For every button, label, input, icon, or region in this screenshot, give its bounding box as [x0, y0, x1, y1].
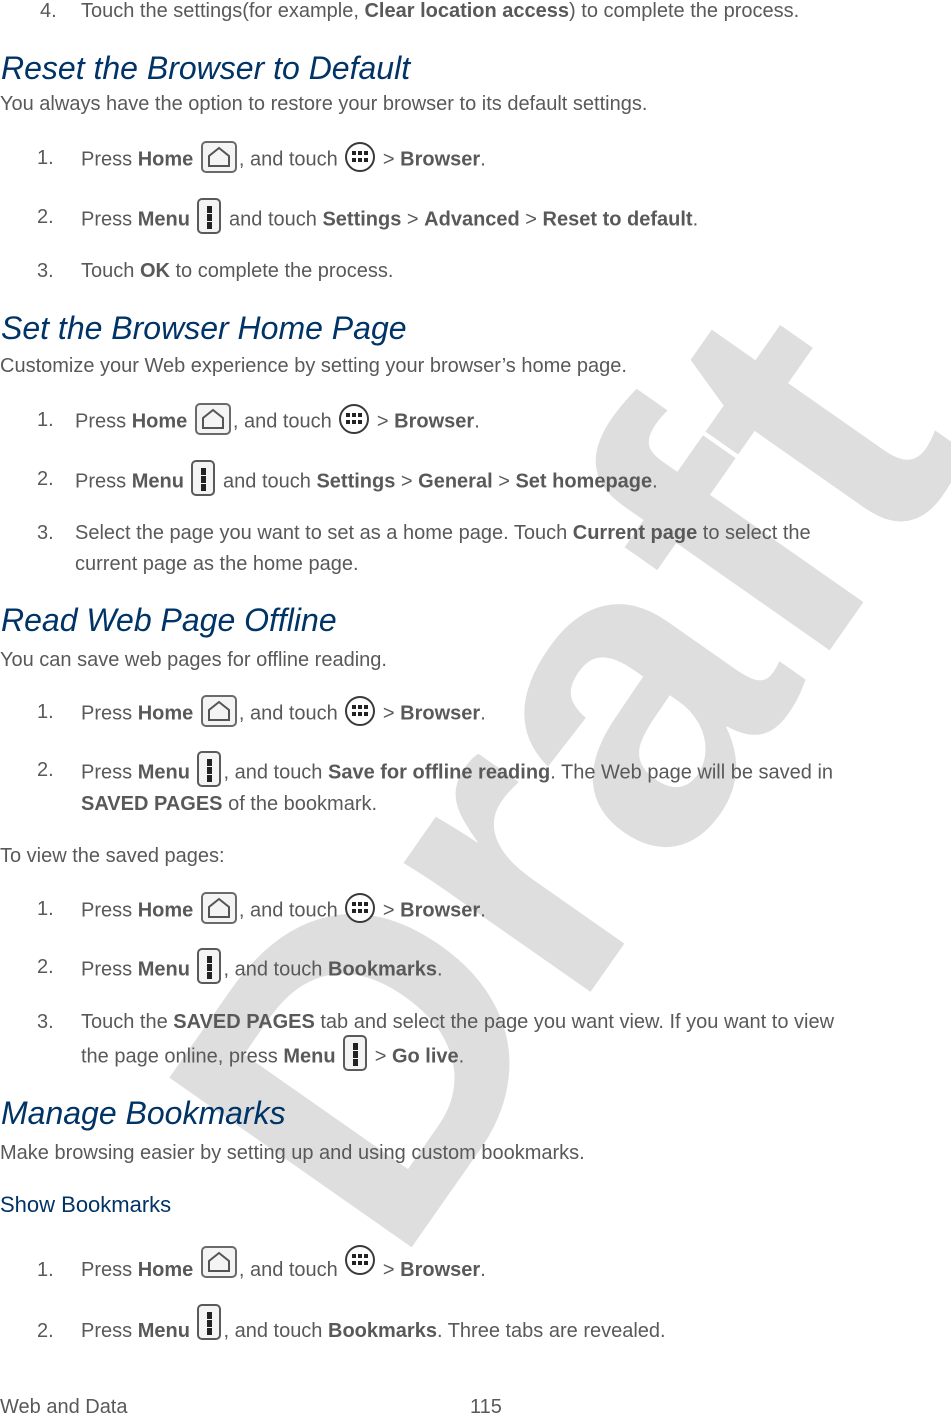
step-number: 2.: [37, 1320, 54, 1342]
step-text-continuation: SAVED PAGES of the bookmark.: [81, 793, 378, 815]
step-number: 3.: [37, 1011, 54, 1033]
step-number: 1.: [37, 701, 54, 723]
step-number: 1.: [37, 898, 54, 920]
section-intro: Customize your Web experience by setting…: [0, 355, 627, 377]
section-title-reset: Reset the Browser to Default: [1, 50, 411, 86]
menu-icon: [197, 948, 222, 984]
step-text: Press Menu , and touch Bookmarks. Three …: [81, 1303, 666, 1343]
step-text: Press Menu and touch Settings > General …: [75, 460, 658, 496]
step-text: Touch OK to complete the process.: [81, 260, 394, 282]
apps-icon: [345, 893, 376, 923]
step-text: Press Home , and touch > Browser.: [75, 403, 480, 435]
menu-icon: [191, 460, 216, 496]
step-number: 3.: [37, 260, 54, 282]
home-icon: [200, 141, 237, 173]
home-icon: [194, 403, 231, 435]
step-number: 2.: [37, 206, 54, 228]
step-text: Select the page you want to set as a hom…: [75, 522, 811, 544]
step-text: Press Home , and touch > Browser.: [81, 695, 486, 727]
step-number: 2.: [37, 759, 54, 781]
step-text: Press Menu and touch Settings > Advanced…: [81, 198, 698, 234]
home-icon: [200, 892, 237, 924]
home-icon: [200, 1245, 237, 1278]
step-number: 2.: [37, 956, 54, 978]
step-text-continuation: current page as the home page.: [75, 553, 359, 575]
step-number: 4.: [40, 0, 57, 22]
menu-icon: [197, 751, 222, 787]
step-number: 2.: [37, 468, 54, 490]
apps-icon: [345, 696, 376, 726]
section-title-homepage: Set the Browser Home Page: [1, 310, 407, 346]
step-text: Press Home , and touch > Browser.: [81, 1244, 486, 1282]
view-saved-intro: To view the saved pages:: [0, 845, 225, 867]
step-number: 1.: [37, 147, 54, 169]
step-text: Press Menu , and touch Bookmarks.: [81, 948, 443, 984]
step-number: 1.: [37, 1259, 54, 1281]
step-number: 1.: [37, 409, 54, 431]
menu-icon: [197, 1303, 222, 1340]
step-text: Press Home , and touch > Browser.: [81, 141, 486, 173]
section-intro: You can save web pages for offline readi…: [0, 649, 387, 671]
step-text: Touch the SAVED PAGES tab and select the…: [81, 1011, 835, 1033]
section-title-bookmarks: Manage Bookmarks: [1, 1095, 286, 1131]
step-text: Press Menu , and touch Save for offline …: [81, 751, 833, 787]
section-intro: Make browsing easier by setting up and u…: [0, 1142, 585, 1164]
apps-icon: [339, 404, 370, 434]
menu-icon: [343, 1035, 368, 1071]
section-intro: You always have the option to restore yo…: [0, 93, 648, 115]
subsection-title-show-bookmarks: Show Bookmarks: [0, 1192, 172, 1217]
home-icon: [200, 695, 237, 727]
step-number: 3.: [37, 522, 54, 544]
section-title-offline: Read Web Page Offline: [1, 602, 337, 638]
step-text-continuation: the page online, press Menu > Go live.: [81, 1035, 464, 1071]
step-text: Press Home , and touch > Browser.: [81, 892, 486, 924]
apps-icon: [345, 142, 376, 172]
step-text: Touch the settings(for example, Clear lo…: [81, 0, 800, 22]
apps-icon: [345, 1244, 376, 1275]
menu-icon: [197, 198, 222, 234]
